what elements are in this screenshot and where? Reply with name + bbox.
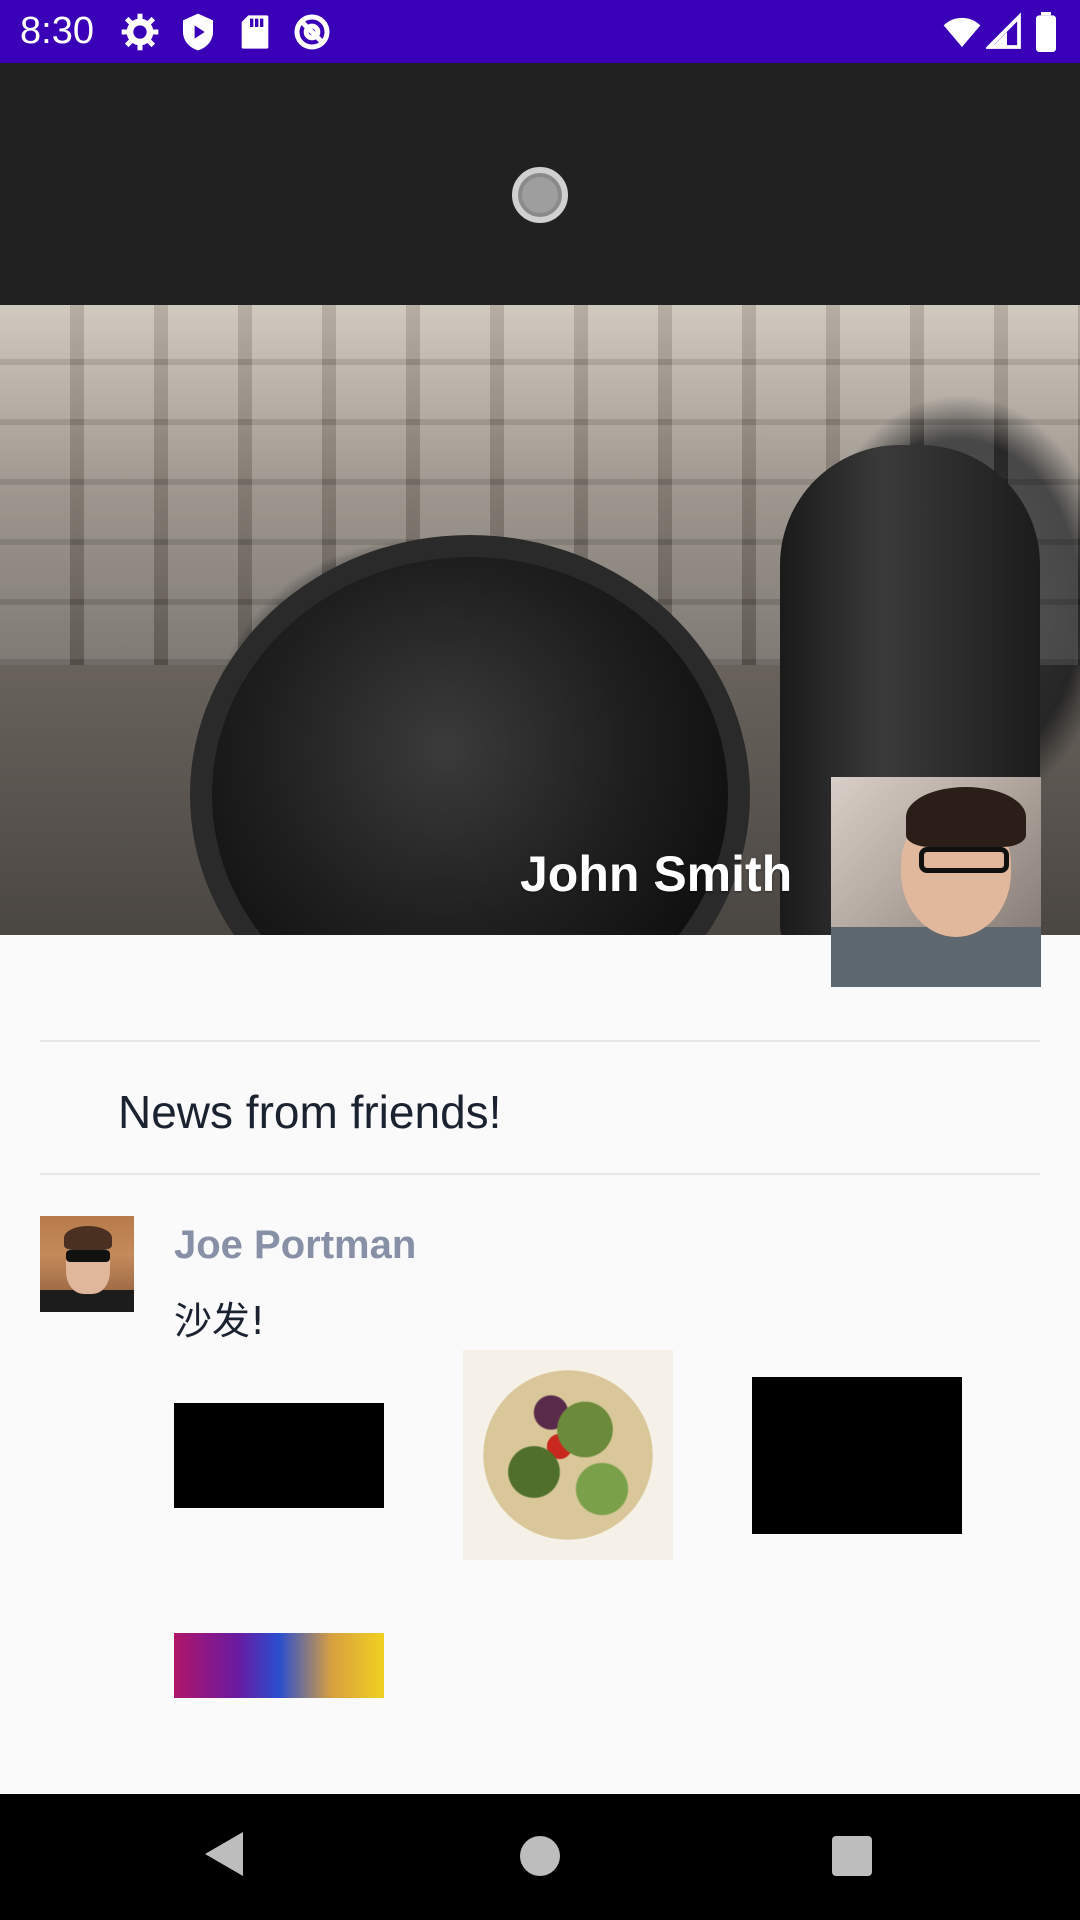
at-sign-icon bbox=[294, 14, 330, 50]
divider bbox=[40, 1173, 1040, 1175]
feed-photo[interactable] bbox=[463, 1350, 673, 1560]
status-bar: 8:30 bbox=[0, 0, 1080, 63]
toolbar bbox=[0, 63, 1080, 305]
play-protect-icon bbox=[183, 13, 213, 51]
signal-icon bbox=[986, 12, 1021, 49]
section-title: News from friends! bbox=[118, 1086, 502, 1138]
wifi-icon bbox=[943, 17, 981, 47]
feed-author-name[interactable]: Joe Portman bbox=[174, 1223, 416, 1268]
avatar-shirt bbox=[831, 927, 1041, 987]
feed-photo[interactable] bbox=[174, 1633, 384, 1698]
battery-icon bbox=[1036, 12, 1056, 52]
feed-author-avatar[interactable] bbox=[40, 1216, 134, 1312]
back-icon[interactable] bbox=[205, 1832, 243, 1876]
profile-name: John Smith bbox=[520, 846, 793, 902]
feed-post-text: 沙发! bbox=[174, 1299, 266, 1343]
divider bbox=[40, 1040, 1040, 1042]
feed-photo[interactable] bbox=[752, 1377, 962, 1534]
feed-photo[interactable] bbox=[174, 1403, 384, 1508]
gear-icon bbox=[121, 13, 159, 51]
avatar-hair bbox=[64, 1226, 112, 1250]
navigation-bar bbox=[0, 1794, 1080, 1920]
avatar-hair bbox=[906, 787, 1026, 847]
recents-icon[interactable] bbox=[832, 1836, 872, 1876]
home-icon[interactable] bbox=[520, 1836, 560, 1876]
profile-avatar[interactable] bbox=[831, 777, 1041, 987]
avatar-glasses bbox=[919, 847, 1009, 873]
avatar-sunglasses bbox=[66, 1250, 110, 1262]
status-time: 8:30 bbox=[20, 10, 94, 52]
food-image bbox=[483, 1370, 653, 1540]
sd-card-icon bbox=[241, 15, 269, 49]
loading-indicator-icon bbox=[512, 167, 568, 223]
